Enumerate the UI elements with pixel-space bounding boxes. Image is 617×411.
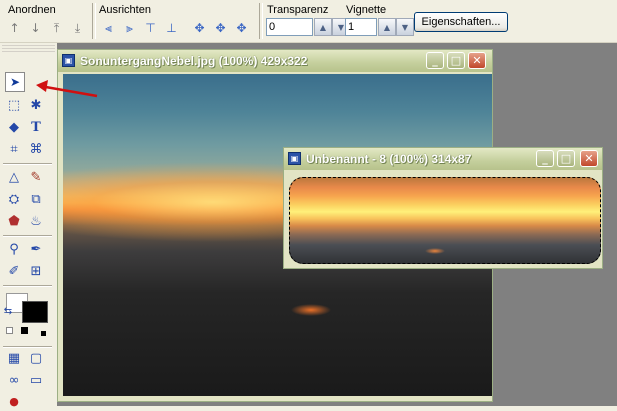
maximize-button[interactable]: □ (447, 52, 465, 69)
default-black-swatch[interactable] (21, 327, 28, 334)
align-center-horizontal-icon[interactable]: ✥ (191, 19, 208, 36)
eyedropper-tool-icon[interactable]: ✒ (26, 239, 46, 259)
move-down-icon[interactable]: ↓ (27, 19, 44, 36)
anordnen-label: Anordnen (8, 4, 56, 16)
frame-icon[interactable]: ▢ (26, 348, 46, 368)
toolbar-separator (92, 3, 96, 39)
palette-separator (3, 285, 52, 287)
ruler-icon[interactable]: ▭ (26, 370, 46, 390)
move-top-icon[interactable]: ⤒ (48, 19, 65, 36)
toolbar-separator (259, 3, 263, 39)
align-top-icon[interactable]: ⊤ (142, 19, 159, 36)
window-titlebar[interactable]: ▣ Unbenannt - 8 (100%) 314x87 _ □ ✕ (284, 148, 602, 170)
default-white-swatch[interactable] (6, 327, 13, 334)
align-left-icon[interactable]: ⫷ (100, 19, 117, 36)
transparenz-spinner[interactable]: 0 ▲ ▼ (266, 18, 350, 36)
window-title: SonuntergangNebel.jpg (100%) 429x322 (80, 54, 308, 68)
mini-black-swatch[interactable] (41, 331, 46, 336)
palette-separator (3, 163, 52, 165)
transparenz-label: Transparenz (267, 4, 329, 16)
align-right-icon[interactable]: ⫸ (121, 19, 138, 36)
palette-grip (2, 43, 55, 53)
crop-tool-icon[interactable]: ⌗ (4, 139, 24, 159)
text-tool-icon[interactable]: T (26, 117, 46, 137)
top-toolbar: Anordnen ↑ ↓ ⤒ ⤓ Ausrichten ⫷ ⫸ ⊤ ⊥ ✥ ✥ … (0, 0, 617, 43)
tool-palette: ➤ ⬚ ✱ ◆ T ⌗ ⌘ △ ✎ ⛭ ⧉ ⬟ ♨ ⚲ ✒ ✐ ⊞ ⇆ ▦ ▢ … (0, 43, 57, 407)
swap-colors-icon[interactable]: ⇆ (1, 305, 15, 319)
eraser-tool-icon[interactable]: ⬟ (4, 211, 24, 231)
ausrichten-label: Ausrichten (99, 4, 151, 16)
image-window-icon: ▣ (288, 152, 301, 165)
minimize-button[interactable]: _ (426, 52, 444, 69)
brush-tool-icon[interactable]: ✎ (26, 167, 46, 187)
fill-tool-icon[interactable]: ♨ (26, 211, 46, 231)
spin-down-icon[interactable]: ▼ (396, 18, 414, 36)
retouch-tool-icon[interactable]: ⊞ (26, 261, 46, 281)
window-title: Unbenannt - 8 (100%) 314x87 (306, 152, 472, 166)
spin-up-icon[interactable]: ▲ (378, 18, 396, 36)
align-bottom-icon[interactable]: ⊥ (163, 19, 180, 36)
clone-tool-icon[interactable]: ⧉ (26, 189, 46, 209)
shape-tool-icon[interactable]: ◆ (4, 117, 24, 137)
minimize-button[interactable]: _ (536, 150, 554, 167)
spin-up-icon[interactable]: ▲ (314, 18, 332, 36)
zoom-tool-icon[interactable]: ⚲ (4, 239, 24, 259)
move-bottom-icon[interactable]: ⤓ (69, 19, 86, 36)
link-icon[interactable]: ∞ (4, 370, 24, 390)
stamp-tool-icon[interactable]: ⛭ (4, 189, 24, 209)
pen-tool-icon[interactable]: △ (4, 167, 24, 187)
window-titlebar[interactable]: ▣ SonuntergangNebel.jpg (100%) 429x322 _… (58, 50, 492, 72)
pointer-tool-icon[interactable]: ➤ (5, 72, 25, 92)
maximize-button[interactable]: □ (557, 150, 575, 167)
pencil-tool-icon[interactable]: ✐ (4, 261, 24, 281)
vignette-input[interactable]: 1 (345, 18, 377, 36)
marquee-tool-icon[interactable]: ⬚ (4, 95, 24, 115)
eigenschaften-button[interactable]: Eigenschaften... (414, 12, 508, 32)
transform-tool-icon[interactable]: ⌘ (26, 139, 46, 159)
background-color-swatch[interactable] (22, 301, 48, 323)
transparenz-input[interactable]: 0 (266, 18, 313, 36)
vignette-label: Vignette (346, 4, 387, 16)
record-icon[interactable]: ● (4, 391, 24, 411)
palette-separator (3, 235, 52, 237)
image-window-icon: ▣ (62, 54, 75, 67)
vignette-spinner[interactable]: 1 ▲ ▼ (345, 18, 414, 36)
selection-marquee (289, 177, 601, 264)
align-center-vertical-icon[interactable]: ✥ (212, 19, 229, 36)
move-up-icon[interactable]: ↑ (6, 19, 23, 36)
align-center-icon[interactable]: ✥ (233, 19, 250, 36)
magic-wand-tool-icon[interactable]: ✱ (26, 95, 46, 115)
close-button[interactable]: ✕ (580, 150, 598, 167)
grid-view-icon[interactable]: ▦ (4, 348, 24, 368)
image-window-unbenannt[interactable]: ▣ Unbenannt - 8 (100%) 314x87 _ □ ✕ (283, 147, 603, 269)
close-button[interactable]: ✕ (468, 52, 486, 69)
